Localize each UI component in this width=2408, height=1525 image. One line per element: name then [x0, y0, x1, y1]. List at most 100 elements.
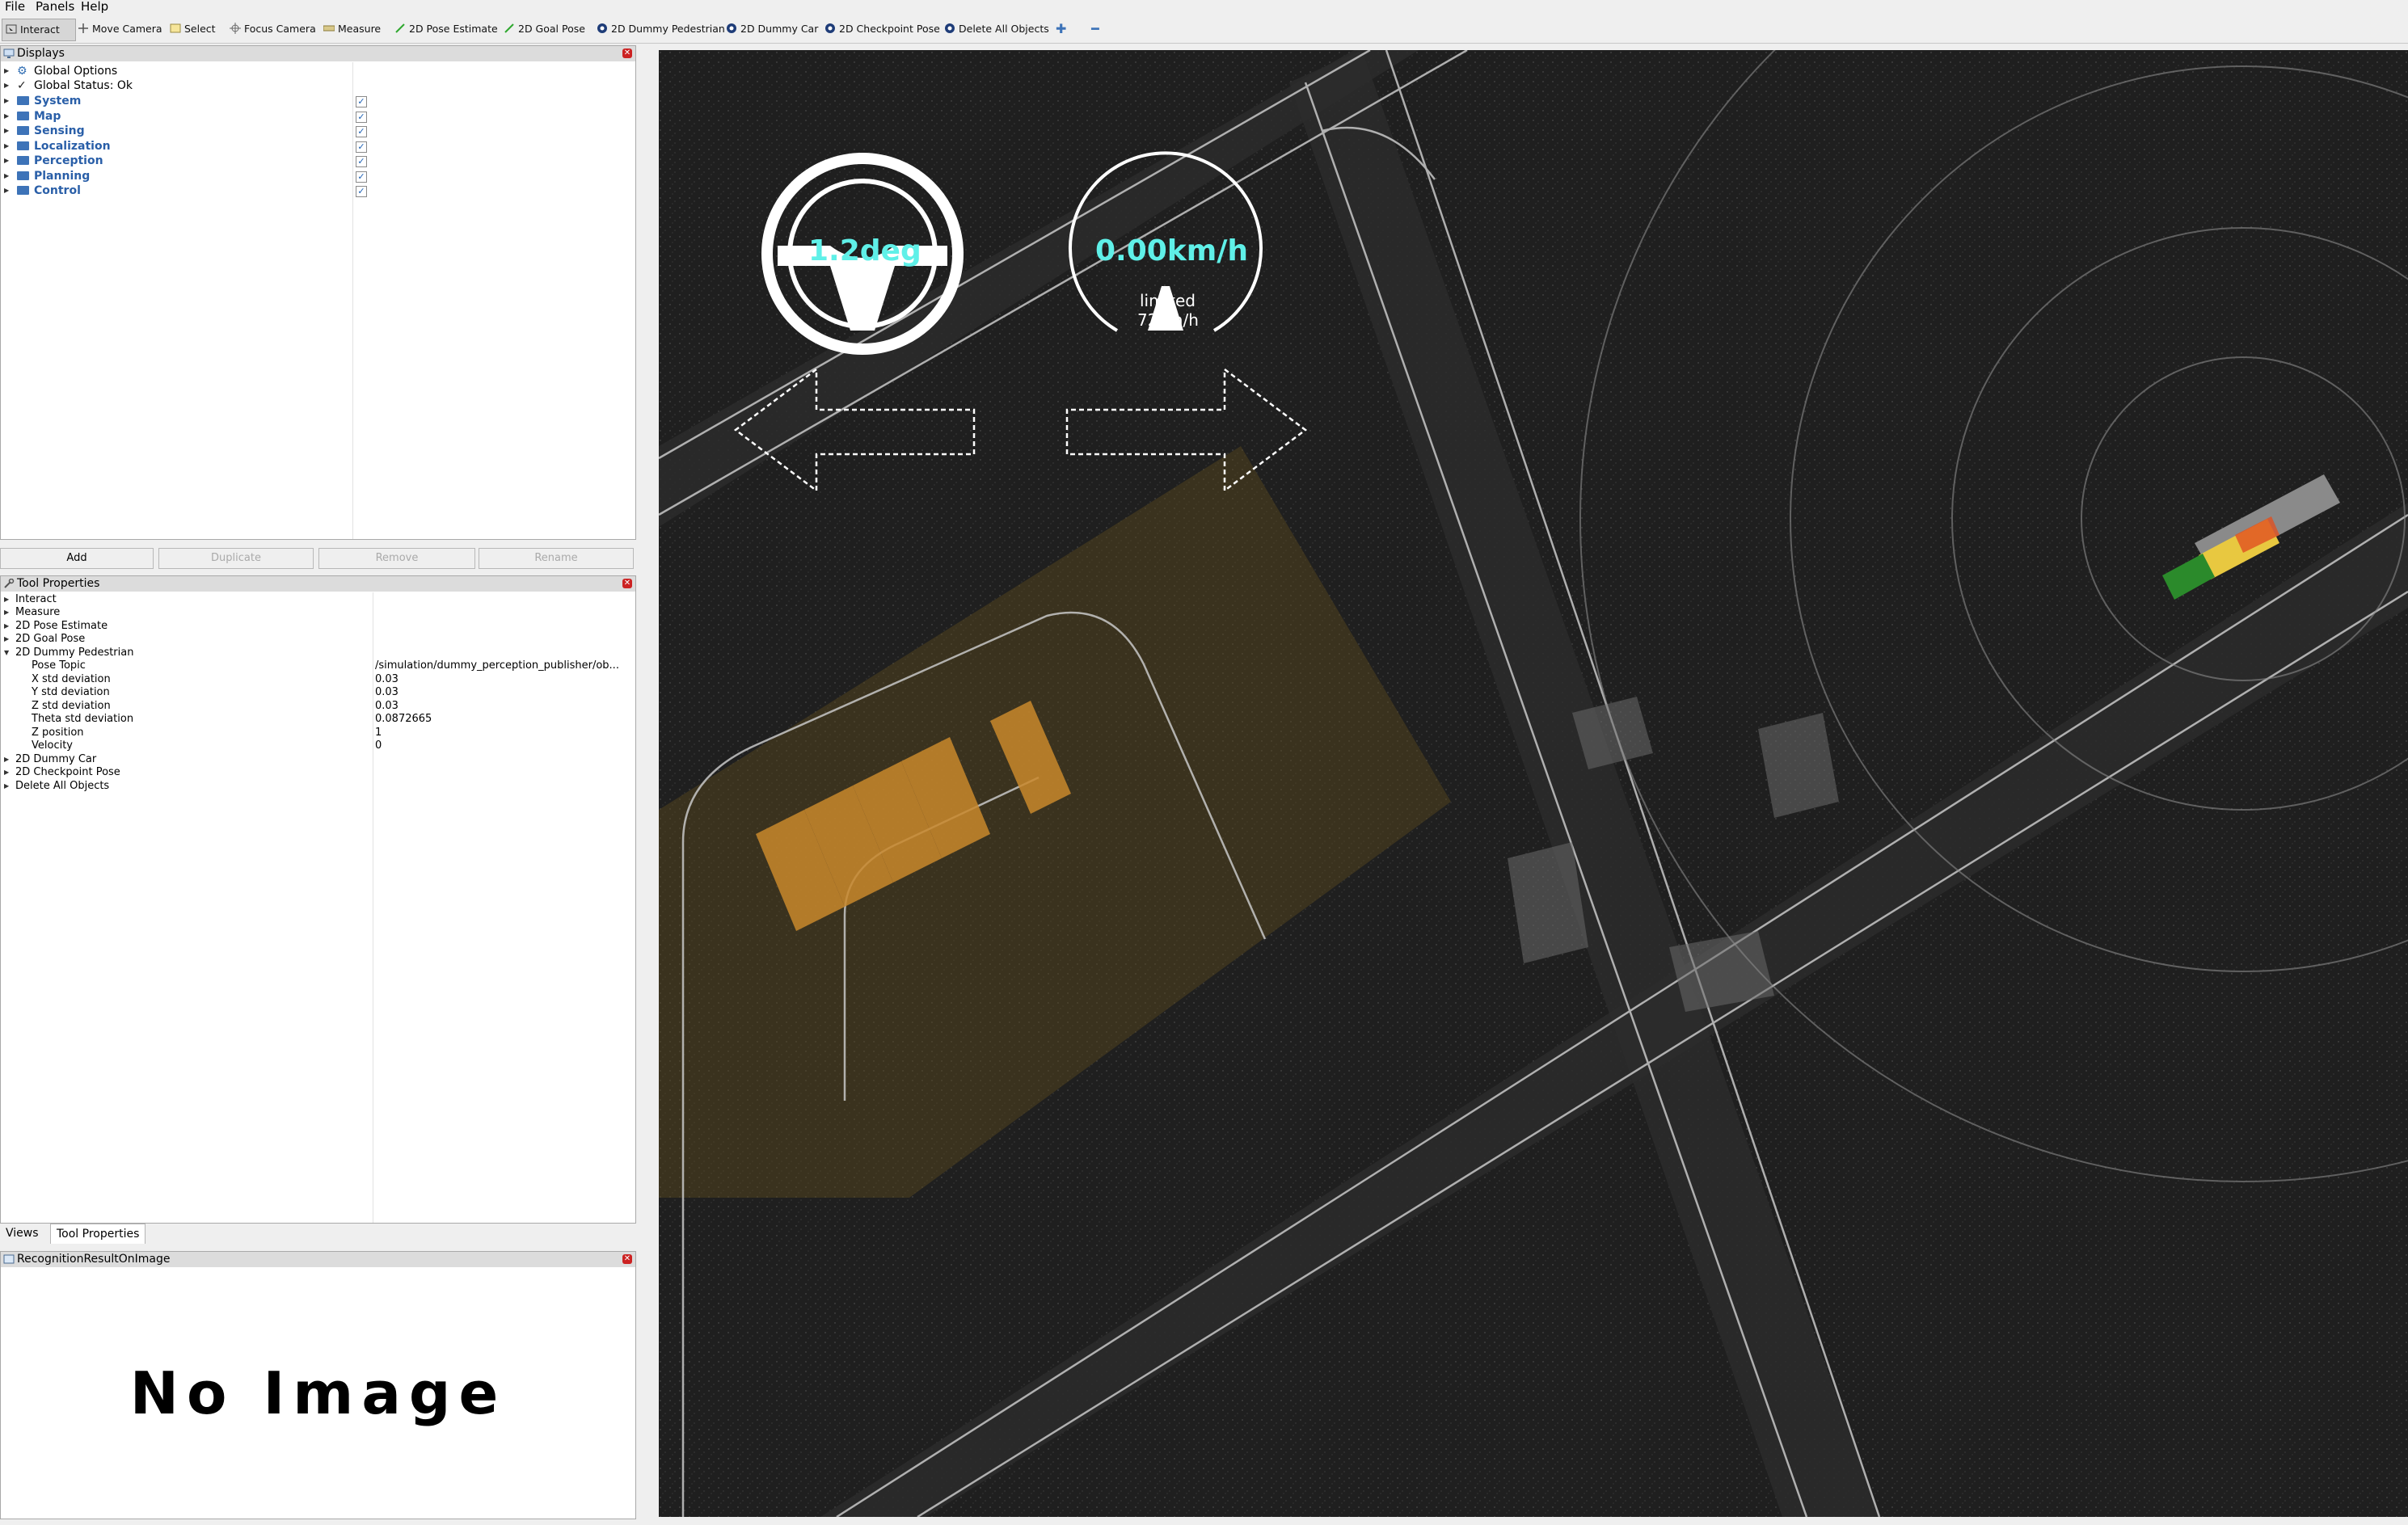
move-camera-tool-button[interactable]: Move Camera	[78, 19, 162, 40]
recognition-panel-title: RecognitionResultOnImage ✕	[1, 1252, 635, 1267]
delete-all-icon	[945, 23, 955, 33]
dummy-car-tool-button[interactable]: 2D Dummy Car	[726, 19, 818, 40]
expand-arrow-icon: ▶	[4, 769, 10, 776]
expand-arrow-icon: ▶	[4, 142, 10, 150]
dummy-pedestrian-icon	[597, 23, 607, 33]
select-tool-button[interactable]: Select	[170, 19, 216, 40]
prop-z-position-name: Z position	[32, 727, 84, 739]
measure-tool-button[interactable]: Measure	[323, 19, 381, 40]
globe-icon: ⚙	[17, 65, 27, 78]
planning-checkbox[interactable]: ✓	[356, 171, 367, 183]
map-checkbox[interactable]: ✓	[356, 112, 367, 123]
focus-camera-icon	[230, 23, 241, 34]
displays-close-icon[interactable]: ✕	[622, 48, 632, 58]
delete-all-objects-tool-button[interactable]: Delete All Objects	[944, 19, 1049, 40]
system-checkbox[interactable]: ✓	[356, 96, 367, 107]
folder-icon	[17, 112, 29, 120]
prop-pose-topic-value[interactable]: /simulation/dummy_perception_publisher/o…	[375, 659, 632, 672]
displays-monitor-icon	[3, 48, 15, 58]
prop-interact[interactable]: ▶ Interact	[4, 593, 57, 606]
checkpoint-pose-icon	[825, 23, 835, 33]
prop-measure[interactable]: ▶ Measure	[4, 606, 60, 619]
steering-angle-label: 1.2deg	[808, 234, 921, 268]
add-tool-plus-icon[interactable]: ✚	[1056, 19, 1066, 40]
no-image-label: No Image	[129, 1359, 507, 1427]
duplicate-display-button[interactable]: Duplicate	[158, 548, 314, 569]
expand-arrow-icon: ▶	[4, 67, 10, 74]
dummy-car-icon	[727, 23, 736, 33]
displays-panel: Displays ✕ ▶ ⚙ Global Options ▶ ✓ Global…	[0, 45, 636, 540]
prop-y-std-value[interactable]: 0.03	[375, 686, 399, 699]
tool-properties-title: Tool Properties ✕	[1, 576, 635, 592]
menu-bar: File Panels Help	[0, 0, 2408, 14]
prop-velocity-value[interactable]: 0	[375, 739, 382, 752]
tab-tool-properties[interactable]: Tool Properties	[50, 1224, 146, 1244]
expand-arrow-icon: ▶	[4, 596, 10, 603]
expand-arrow-icon: ▶	[4, 127, 10, 134]
folder-icon	[17, 156, 29, 165]
menu-panels[interactable]: Panels	[36, 0, 74, 14]
prop-velocity-name: Velocity	[32, 739, 73, 752]
dummy-pedestrian-tool-button[interactable]: 2D Dummy Pedestrian	[597, 19, 725, 40]
recognition-close-icon[interactable]: ✕	[622, 1254, 632, 1264]
menu-help[interactable]: Help	[81, 0, 108, 14]
rename-display-button[interactable]: Rename	[479, 548, 634, 569]
prop-dummy-pedestrian[interactable]: ▼ 2D Dummy Pedestrian	[4, 647, 133, 659]
goal-pose-tool-button[interactable]: 2D Goal Pose	[504, 19, 585, 40]
goal-pose-icon	[504, 23, 514, 33]
prop-delete-all-objects[interactable]: ▶ Delete All Objects	[4, 780, 109, 793]
pose-estimate-icon	[395, 23, 405, 33]
map-scene[interactable]	[659, 50, 2408, 1517]
expand-arrow-icon: ▶	[4, 622, 10, 630]
folder-icon	[17, 141, 29, 150]
tool-properties-close-icon[interactable]: ✕	[622, 579, 632, 588]
select-icon	[170, 23, 181, 33]
speed-label: 0.00km/h	[1095, 234, 1249, 268]
control-checkbox[interactable]: ✓	[356, 186, 367, 197]
expand-arrow-icon: ▶	[4, 97, 10, 104]
prop-pose-topic-name: Pose Topic	[32, 659, 86, 672]
prop-checkpoint-pose[interactable]: ▶ 2D Checkpoint Pose	[4, 766, 120, 779]
speed-limit-value: 72km/h	[1137, 310, 1199, 330]
expand-arrow-icon: ▶	[4, 157, 10, 164]
pose-estimate-tool-button[interactable]: 2D Pose Estimate	[394, 19, 498, 40]
prop-z-std-value[interactable]: 0.03	[375, 700, 399, 713]
prop-x-std-name: X std deviation	[32, 673, 111, 685]
perception-checkbox[interactable]: ✓	[356, 156, 367, 167]
speed-limit-label: limited	[1140, 291, 1196, 310]
menu-file[interactable]: File	[5, 0, 25, 14]
checkmark-icon: ✓	[17, 79, 27, 92]
wrench-icon	[4, 579, 15, 588]
add-display-button[interactable]: Add	[0, 548, 154, 569]
tab-views[interactable]: Views	[0, 1224, 44, 1243]
tool-properties-panel: Tool Properties ✕ ▶ Interact ▶ Measure ▶ 2D…	[0, 575, 636, 1224]
expand-arrow-icon: ▶	[4, 635, 10, 642]
prop-x-std-value[interactable]: 0.03	[375, 673, 399, 686]
expand-arrow-icon: ▶	[4, 82, 10, 89]
interact-tool-button[interactable]: Interact	[2, 19, 76, 41]
remove-display-button[interactable]: Remove	[318, 548, 475, 569]
localization-checkbox[interactable]: ✓	[356, 141, 367, 153]
displays-panel-title: Displays ✕	[1, 46, 635, 61]
recognition-image-panel: RecognitionResultOnImage ✕ No Image	[0, 1251, 636, 1519]
checkpoint-pose-tool-button[interactable]: 2D Checkpoint Pose	[824, 19, 940, 40]
measure-icon	[323, 25, 335, 32]
expand-arrow-icon: ▶	[4, 782, 10, 790]
prop-theta-std-name: Theta std deviation	[32, 713, 134, 725]
expand-arrow-icon: ▶	[4, 756, 10, 763]
map-3d-viewport[interactable]: 1.2deg 0.00km/h limited 72km/h	[659, 50, 2408, 1517]
image-panel-icon	[3, 1254, 15, 1264]
collapse-arrow-icon: ▼	[4, 649, 10, 656]
folder-icon	[17, 96, 29, 105]
prop-z-position-value[interactable]: 1	[375, 727, 382, 739]
prop-dummy-car[interactable]: ▶ 2D Dummy Car	[4, 753, 96, 766]
prop-pose-estimate[interactable]: ▶ 2D Pose Estimate	[4, 620, 108, 633]
prop-goal-pose[interactable]: ▶ 2D Goal Pose	[4, 633, 85, 646]
move-camera-icon	[78, 23, 88, 33]
prop-z-std-name: Z std deviation	[32, 700, 111, 712]
remove-tool-minus-icon[interactable]: ━	[1091, 19, 1099, 40]
prop-theta-std-value[interactable]: 0.0872665	[375, 713, 432, 726]
sensing-checkbox[interactable]: ✓	[356, 126, 367, 137]
expand-arrow-icon: ▶	[4, 112, 10, 120]
focus-camera-tool-button[interactable]: Focus Camera	[230, 19, 316, 40]
